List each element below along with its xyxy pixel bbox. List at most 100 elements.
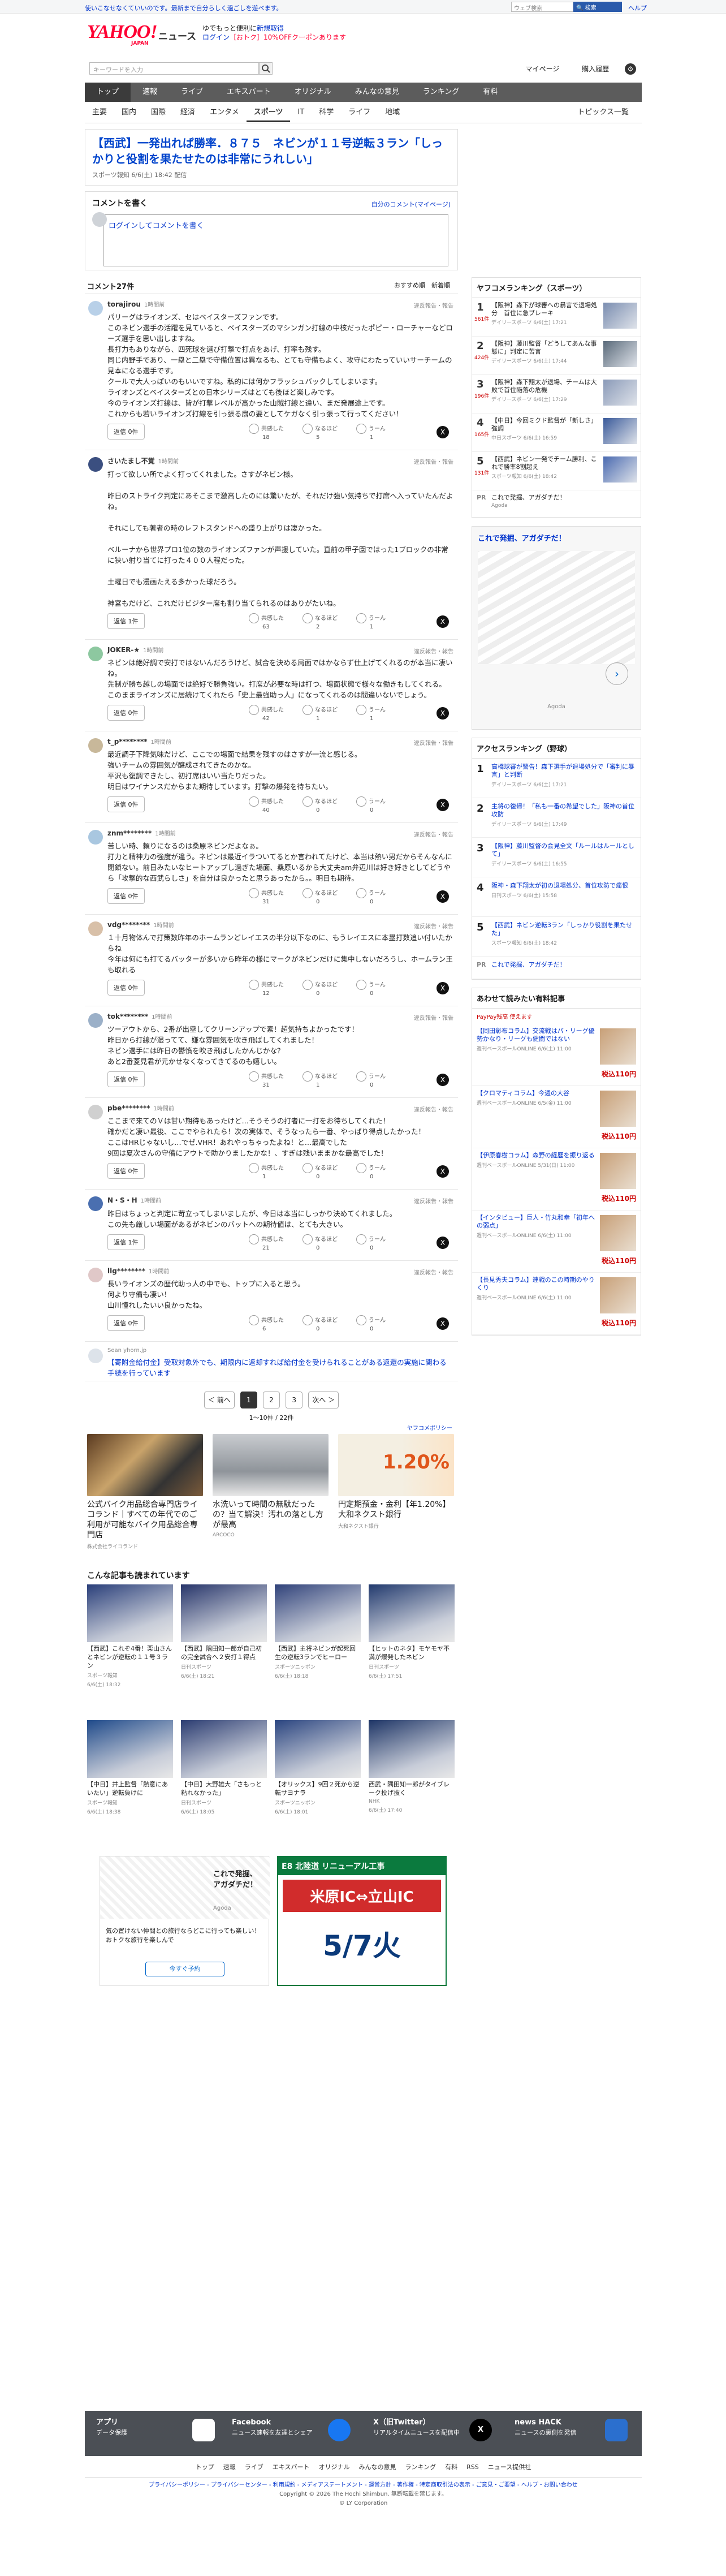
related-title[interactable]: 西武・隅田知一郎がタイブレーク投げ抜く [369, 1780, 455, 1797]
paid-item[interactable]: 【インタビュー】巨人・竹丸和幸「初年への弱点」 週刊ベースボールONLINE 6/… [472, 1211, 641, 1273]
mypage-link[interactable]: マイページ [526, 65, 560, 73]
x-share-icon[interactable]: X [437, 1237, 449, 1249]
comment-user[interactable]: JOKER-★ 1時間前 [107, 645, 453, 654]
reaction-button[interactable]: なるほど 0 [302, 888, 338, 906]
ranking-item[interactable]: 4 165件 【中日】今回ミクド監督が「新しさ」強調 中日スポーツ 6/6(土) 16… [472, 413, 641, 452]
related-title[interactable]: 【西武】隅田知一郎が自己初の完全試合へ２安打１得点 [181, 1644, 267, 1661]
related-card[interactable]: 【西武】隅田知一郎が自己初の完全試合へ２安打１得点 日刊スポーツ 6/6(土) 18… [181, 1584, 267, 1679]
paid-title[interactable]: 【インタビュー】巨人・竹丸和幸「初年への弱点」 [477, 1214, 595, 1230]
pr-title[interactable]: これで発掘、アガダチだ！ [491, 494, 600, 502]
category-tab[interactable]: 国内 [114, 103, 144, 122]
footer-facebook[interactable]: Facebook ニュース速報を友達とシェア [232, 2419, 312, 2437]
report-link[interactable]: 違反報告・報告 [414, 1105, 453, 1113]
related-title[interactable]: 【西武】これぞ4番！栗山さんとネビンが逆転の１１号３ラン [87, 1644, 173, 1670]
reaction-button[interactable]: 共感した 31 [249, 1071, 284, 1089]
reaction-button[interactable]: なるほど 1 [302, 1071, 338, 1089]
related-card[interactable]: 【中日】大野雄大「さもっと粘れなかった」 日刊スポーツ 6/6(土) 18:05 [181, 1720, 267, 1815]
comment-user[interactable]: torajirou 1時間前 [107, 300, 453, 308]
gear-icon[interactable]: ⚙ [625, 63, 636, 75]
agoda-banner[interactable]: これで発掘、アガダチだ！ Agoda 気の置けない仲間との旅行ならどこに行っても… [100, 1856, 270, 1986]
access-title[interactable]: 【阪神】藤川監督の会見全文「ルールはルールとして」 [491, 842, 636, 858]
access-title[interactable]: 【西武】ネビン逆転3ラン「しっかり役割を果たせた」 [491, 921, 636, 937]
comment-username[interactable]: t_p******** [107, 738, 148, 746]
reply-button[interactable]: 返信 1件 [107, 613, 145, 629]
reaction-button[interactable]: うーん 1 [356, 705, 386, 722]
nav-item[interactable]: ライブ [169, 83, 215, 102]
report-link[interactable]: 違反報告・報告 [414, 738, 453, 747]
signup-link[interactable]: 新規取得 [257, 24, 284, 32]
hack-icon[interactable] [605, 2419, 628, 2441]
related-card[interactable]: 【中日】井上監督「熱意にあいたい」逆転負けに スポーツ報知 6/6(土) 18:38 [87, 1720, 173, 1815]
reaction-button[interactable]: うーん 0 [356, 1163, 386, 1181]
related-card[interactable]: 【ヒットのネタ】モヤモヤ不満が爆発したネビン 日刊スポーツ 6/6(土) 17:51 [369, 1584, 455, 1679]
nav-item[interactable]: みんなの意見 [343, 83, 411, 102]
report-link[interactable]: 違反報告・報告 [414, 301, 453, 309]
footer-link[interactable]: ニュース提供社 [488, 2463, 531, 2471]
footer-link[interactable]: 有料 [445, 2463, 457, 2471]
category-tab[interactable]: 地域 [378, 103, 407, 122]
related-card[interactable]: 【西武】これぞ4番！栗山さんとネビンが逆転の１１号３ラン スポーツ報知 6/6(土)… [87, 1584, 173, 1688]
footer-app[interactable]: アプリ データ保護 [96, 2419, 127, 2437]
reaction-button[interactable]: 共感した 63 [249, 613, 284, 631]
ad-title[interactable]: 円定期預金・金利【年1.20%】大和ネクスト銀行 [338, 1500, 454, 1520]
paid-item[interactable]: 【伊原春樹コラム】森野の経歴を振り返る 週刊ベースボールONLINE 5/31(日… [472, 1148, 641, 1211]
comment-username[interactable]: llg******** [107, 1267, 145, 1275]
next-page-button[interactable]: 次へ ＞ [308, 1392, 339, 1408]
reaction-button[interactable]: うーん 0 [356, 980, 386, 997]
reply-button[interactable]: 返信 0件 [107, 1163, 145, 1179]
nav-item[interactable]: 有料 [471, 83, 509, 102]
comment-user[interactable]: pbe******** 1時間前 [107, 1104, 453, 1112]
reaction-button[interactable]: うーん 0 [356, 1234, 386, 1252]
prev-page-button[interactable]: ＜ 前へ [204, 1392, 235, 1408]
reply-button[interactable]: 返信 0件 [107, 980, 145, 996]
ad-title[interactable]: 水洗いって時間の無駄だったの？当て解決！汚れの落とし方が最高 [213, 1500, 329, 1530]
yahoo-logo[interactable]: YAHOO! JAPAN [87, 21, 158, 50]
related-title[interactable]: 【ヒットのネタ】モヤモヤ不満が爆発したネビン [369, 1644, 455, 1661]
ranking-item[interactable]: 1 561件 【阪神】森下が球審への暴言で退場処分 首位に急ブレーキ デイリースポーツ… [472, 298, 641, 337]
web-search-button[interactable]: 🔍 検索 [573, 2, 622, 12]
ranking-title[interactable]: 【阪神】藤川監督「どうしてあんな事態に」判定に苦言 [491, 340, 600, 356]
top-promo-link[interactable]: 使いこなせなくていいのです。最新まで自分らしく過ごしを遊べます。 [85, 3, 282, 12]
ranking-title[interactable]: 【阪神】森下翔太が退場、チームは大敗で首位陥落の危機 [491, 378, 600, 394]
footer-link[interactable]: RSS [466, 2463, 479, 2471]
ranking-title[interactable]: 【中日】今回ミクド監督が「新しさ」強調 [491, 417, 600, 433]
footer-link[interactable]: エキスパート [273, 2463, 310, 2471]
reaction-button[interactable]: 共感した 40 [249, 796, 284, 814]
footer-link[interactable]: ランキング [405, 2463, 436, 2471]
comment-login-link[interactable]: ログインしてコメントを書く [109, 222, 204, 230]
reaction-button[interactable]: 共感した 18 [249, 424, 284, 441]
reply-button[interactable]: 返信 0件 [107, 705, 145, 721]
category-tab[interactable]: 科学 [312, 103, 341, 122]
reaction-button[interactable]: 共感した 21 [249, 1234, 284, 1252]
reaction-button[interactable]: うーん 1 [356, 424, 386, 441]
mypage-comment-link[interactable]: 自分のコメント(マイページ) [371, 200, 451, 209]
ad-heading[interactable]: これで発掘、アガダチだ！ [472, 527, 641, 549]
related-title[interactable]: 【中日】井上監督「熱意にあいたい」逆転負けに [87, 1780, 173, 1797]
promo-comment[interactable]: Sean yhorn.jp 【寄附金給付金】受取対象外でも、期限内に返却すれば給… [85, 1342, 458, 1381]
ad-policy-link[interactable]: ヤフコメポリシー [90, 1423, 452, 1432]
nav-item[interactable]: エキスパート [215, 83, 283, 102]
login-link[interactable]: ログイン [202, 33, 230, 41]
page-2-button[interactable]: 2 [263, 1392, 280, 1408]
book-now-button[interactable]: 今すぐ予約 [145, 1962, 224, 1976]
report-link[interactable]: 違反報告・報告 [414, 457, 453, 466]
ad-title[interactable]: 公式バイク用品総合専門店ライコランド｜すべての年代でのご利用が可能なバイク用品総… [87, 1500, 203, 1540]
category-tab[interactable]: 経済 [173, 103, 202, 122]
reply-button[interactable]: 返信 0件 [107, 1315, 145, 1331]
report-link[interactable]: 違反報告・報告 [414, 1196, 453, 1205]
ranking-title[interactable]: 【西武】ネビン一発でチーム勝利、これで勝率8割超え [491, 455, 600, 471]
comment-input[interactable]: ログインしてコメントを書く [103, 214, 448, 266]
x-share-icon[interactable]: X [437, 1317, 449, 1330]
reaction-button[interactable]: なるほど 0 [302, 1234, 338, 1252]
category-tab[interactable]: スポーツ [246, 103, 291, 122]
purchase-link[interactable]: 購入履歴 [582, 65, 609, 73]
comment-username[interactable]: torajirou [107, 300, 141, 308]
reaction-button[interactable]: 共感した 31 [249, 888, 284, 906]
chevron-right-icon[interactable]: › [606, 662, 628, 685]
reaction-button[interactable]: なるほど 2 [302, 613, 338, 631]
report-link[interactable]: 違反報告・報告 [414, 1268, 453, 1276]
facebook-icon[interactable] [328, 2419, 351, 2441]
ad-card[interactable]: 公式バイク用品総合専門店ライコランド｜すべての年代でのご利用が可能なバイク用品総… [87, 1434, 203, 1550]
comment-user[interactable]: tok******** 1時間前 [107, 1012, 453, 1020]
report-link[interactable]: 違反報告・報告 [414, 830, 453, 838]
